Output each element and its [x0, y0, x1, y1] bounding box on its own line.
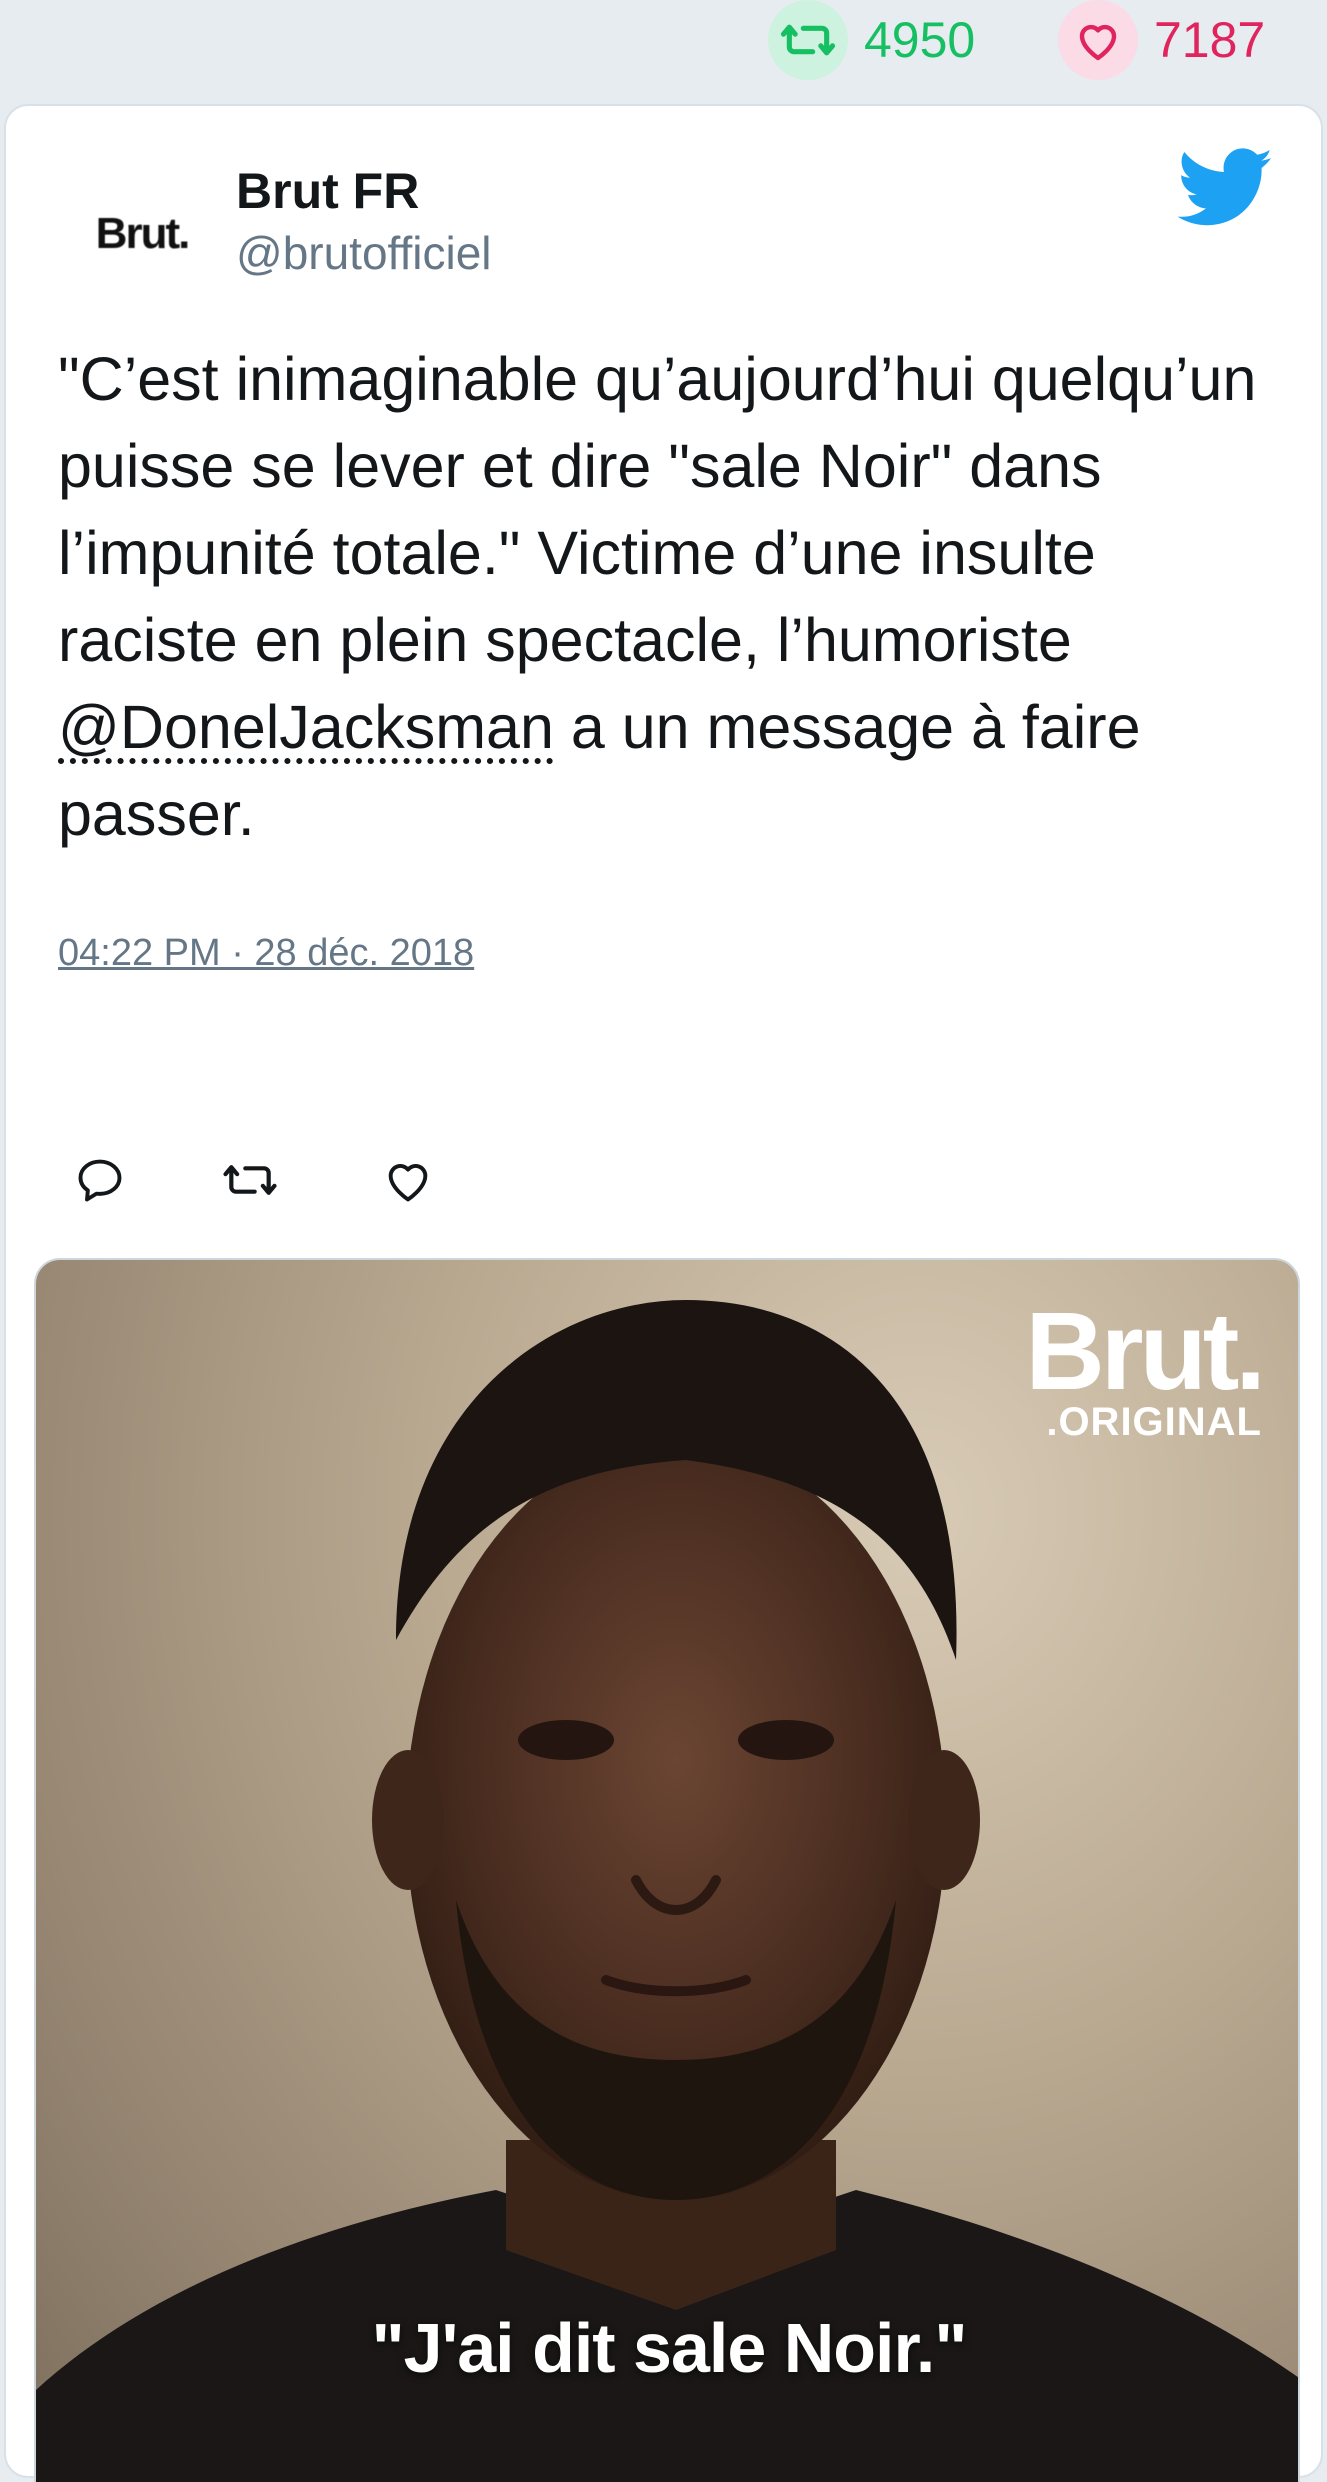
author-name[interactable]: Brut FR [236, 162, 419, 220]
watermark-sub: .ORIGINAL [1046, 1400, 1262, 1444]
tweet-timestamp[interactable]: 04:22 PM · 28 déc. 2018 [58, 932, 474, 975]
retweet-stat[interactable]: 4950 [768, 0, 975, 80]
tweet-text: "C’est inimaginable qu’aujourd’hui quelq… [58, 336, 1278, 858]
avatar-logo: Brut. [95, 209, 191, 258]
avatar[interactable]: Brut. [58, 150, 226, 318]
retweet-action-icon [223, 1165, 277, 1195]
reply-icon [78, 1159, 122, 1202]
tweet-text-body: "C’est inimaginable qu’aujourd’hui quelq… [58, 345, 1257, 674]
retweet-icon [768, 0, 848, 80]
author-handle[interactable]: @brutofficiel [236, 226, 492, 280]
heart-action-icon [388, 1164, 428, 1202]
mention-link[interactable]: @DonelJacksman [58, 693, 554, 761]
tweet-card: Brut. Brut FR @brutofficiel "C’est inima… [4, 104, 1323, 2482]
tweet-embed-page: 4950 7187 Brut. Brut FR @brutofficiel "C… [0, 0, 1327, 2482]
retweet-count: 4950 [864, 12, 976, 68]
engagement-stats: 4950 7187 [0, 0, 1327, 100]
heart-icon [1058, 0, 1138, 80]
retweet-button[interactable] [222, 1152, 278, 1208]
like-count: 7187 [1154, 12, 1266, 68]
brut-original-watermark: Brut. .ORIGINAL [1025, 1290, 1266, 1445]
watermark-main: Brut. [1025, 1290, 1266, 1413]
twitter-bird-icon[interactable] [1178, 148, 1274, 228]
video-caption: "J'ai dit sale Noir." [371, 2309, 967, 2387]
like-stat[interactable]: 7187 [1058, 0, 1265, 80]
reply-button[interactable] [72, 1152, 128, 1208]
video-thumbnail[interactable]: Brut. .ORIGINAL "J'ai dit sale Noir." [34, 1258, 1300, 2482]
like-button[interactable] [380, 1152, 436, 1208]
